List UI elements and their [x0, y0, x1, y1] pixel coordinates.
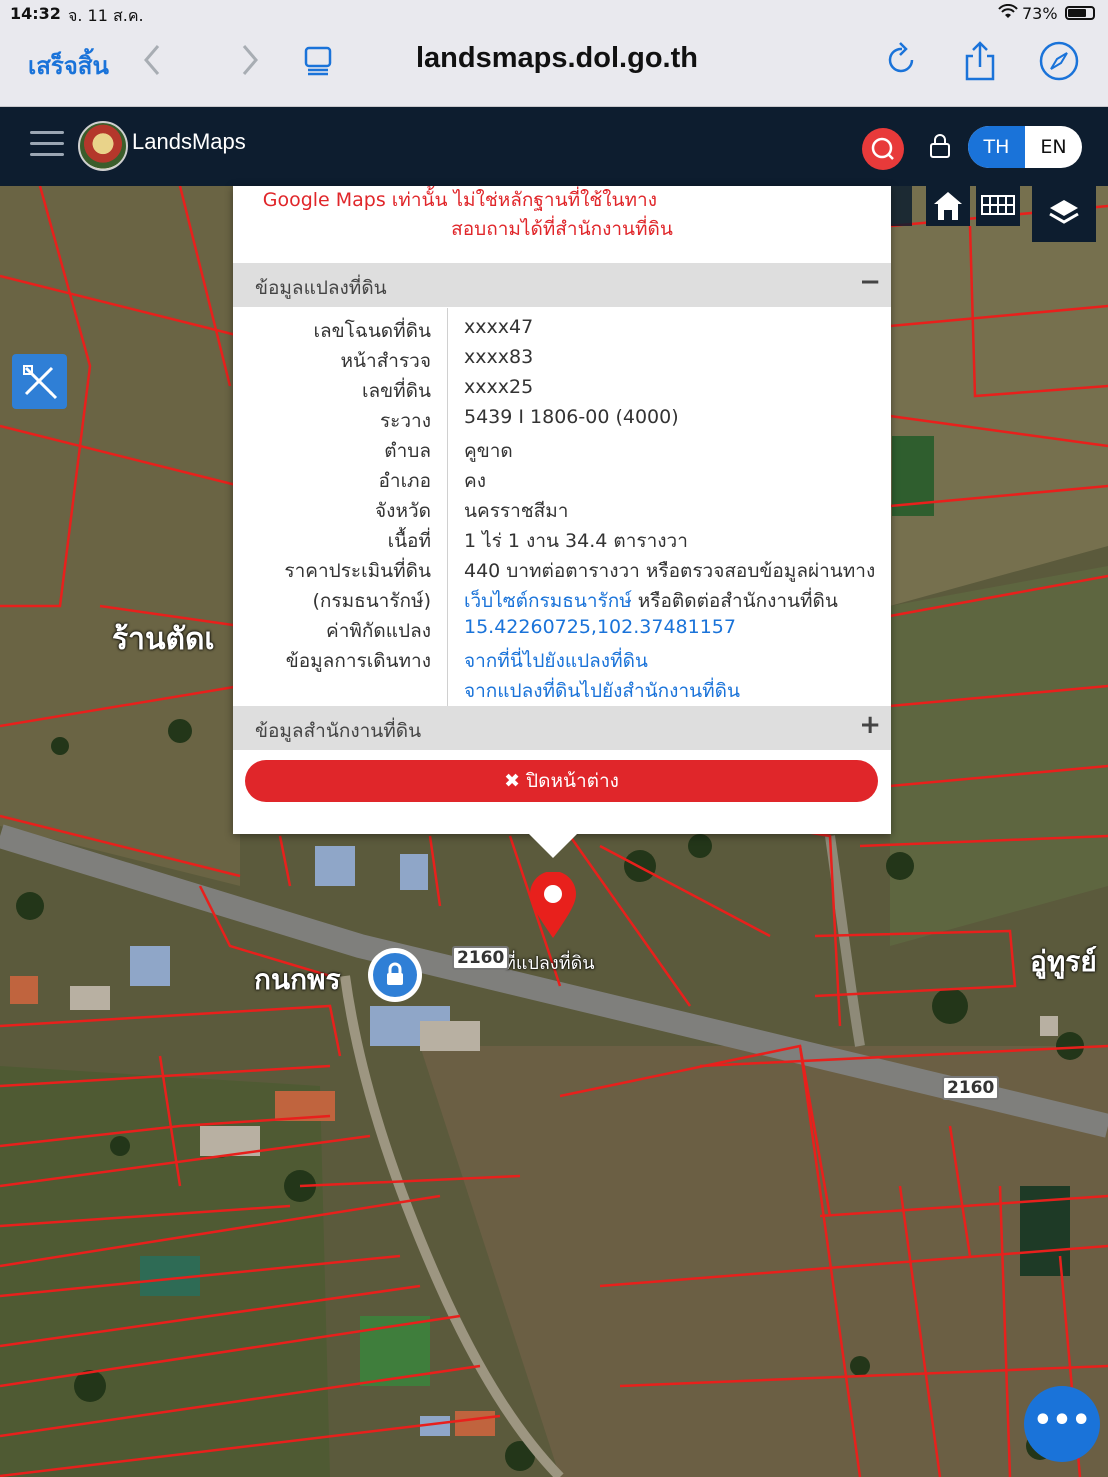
- map-label-utu: อู่ทูรย์: [1030, 945, 1097, 978]
- status-bar: 14:32 จ. 11 ส.ค. 73%: [0, 0, 1108, 28]
- map-label-kanokporn: กนกพร: [254, 963, 341, 996]
- ruler-pencil-icon: [23, 365, 58, 400]
- lang-en-button[interactable]: EN: [1025, 126, 1082, 168]
- label-province: จังหวัด: [375, 500, 431, 522]
- value-province: นครราชสีมา: [464, 500, 569, 522]
- value-land-no: xxxx25: [464, 376, 534, 398]
- lock-icon: [387, 962, 403, 985]
- search-button[interactable]: [862, 128, 904, 170]
- popup-pointer: [529, 834, 577, 858]
- land-info-table: เลขโฉนดที่ดิน xxxx47 หน้าสำรวจ xxxx83 เล…: [233, 308, 891, 706]
- close-window-label: ปิดหน้าต่าง: [526, 770, 619, 792]
- expand-icon[interactable]: +: [859, 710, 881, 740]
- disclaimer-line2: สอบถามได้ที่สำนักงานที่ดิน: [451, 218, 673, 240]
- language-toggle: TH EN: [968, 126, 1082, 168]
- route-shield: 2160: [452, 946, 510, 970]
- layers-icon: [1049, 200, 1079, 224]
- tab-overview-icon[interactable]: [304, 46, 332, 80]
- battery-fill: [1068, 9, 1086, 17]
- label-survey-page: หน้าสำรวจ: [340, 350, 431, 372]
- compass-icon[interactable]: [1038, 40, 1080, 86]
- value-survey-page: xxxx83: [464, 346, 534, 368]
- table-divider: [447, 308, 448, 706]
- land-office-marker[interactable]: [368, 948, 422, 1002]
- label-directions: ข้อมูลการเดินทาง: [285, 650, 431, 672]
- appraisal-suffix: หรือติดต่อสำนักงานที่ดิน: [631, 590, 838, 612]
- wifi-icon: [998, 3, 1018, 24]
- value-deed-no: xxxx47: [464, 316, 534, 338]
- safari-toolbar: เสร็จสิ้น landsmaps.dol.go.th: [0, 28, 1108, 107]
- collapse-icon[interactable]: −: [859, 267, 881, 297]
- done-button[interactable]: เสร็จสิ้น: [28, 46, 109, 85]
- value-appraisal: 440 บาทต่อตารางวา หรือตรวจสอบข้อมูลผ่านท…: [464, 560, 876, 582]
- value-area: 1 ไร่ 1 งาน 34.4 ตารางวา: [464, 530, 688, 552]
- label-land-no: เลขที่ดิน: [362, 380, 431, 402]
- reload-icon[interactable]: [886, 40, 918, 80]
- disclaimer-line1: Google Maps เท่านั้น ไม่ใช่หลักฐานที่ใช้…: [262, 189, 657, 211]
- brand-name: LandsMaps: [132, 129, 246, 154]
- dol-seal-logo: [78, 121, 128, 171]
- grid-icon: [981, 195, 1015, 215]
- layers-button[interactable]: [1032, 186, 1096, 242]
- status-date: จ. 11 ส.ค.: [68, 6, 144, 25]
- value-map-sheet: 5439 I 1806-00 (4000): [464, 406, 679, 428]
- label-appraisal: ราคาประเมินที่ดิน: [284, 560, 431, 582]
- menu-icon[interactable]: [30, 131, 64, 159]
- label-map-sheet: ระวาง: [379, 410, 431, 432]
- label-area: เนื้อที่: [387, 530, 431, 552]
- battery-icon: [1065, 6, 1095, 20]
- grid-button[interactable]: [976, 186, 1020, 226]
- route-shield: 2160: [942, 1076, 1000, 1100]
- disclaimer-text: Google Maps เท่านั้น ไม่ใช่หลักฐานที่ใช้…: [233, 186, 891, 244]
- back-icon[interactable]: [140, 42, 164, 85]
- treasury-website-link[interactable]: เว็บไซต์กรมธนารักษ์: [464, 590, 632, 612]
- coords-link[interactable]: 15.42260725,102.37481157: [464, 616, 736, 638]
- battery-percent: 73%: [1022, 4, 1058, 23]
- close-window-button[interactable]: ✖ ปิดหน้าต่าง: [245, 760, 878, 802]
- home-button[interactable]: [926, 186, 970, 226]
- forward-icon[interactable]: [238, 42, 262, 85]
- close-icon: ✖: [504, 770, 520, 792]
- label-coords: ค่าพิกัดแปลง: [326, 620, 431, 642]
- label-tambon: ตำบล: [384, 440, 431, 462]
- value-tambon: คูขาด: [464, 440, 513, 462]
- search-icon: [871, 137, 894, 160]
- label-deed-no: เลขโฉนดที่ดิน: [313, 320, 431, 342]
- draw-tool-button[interactable]: [12, 354, 67, 409]
- status-time: 14:32: [10, 4, 61, 23]
- section-office-header[interactable]: ข้อมูลสำนักงานที่ดิน +: [233, 706, 891, 750]
- directions-to-office-link[interactable]: จากแปลงที่ดินไปยังสำนักงานที่ดิน: [464, 676, 740, 706]
- lang-th-button[interactable]: TH: [968, 126, 1025, 168]
- section-land-header[interactable]: ข้อมูลแปลงที่ดิน −: [233, 263, 891, 307]
- land-info-popup: Google Maps เท่านั้น ไม่ใช่หลักฐานที่ใช้…: [233, 186, 891, 834]
- login-lock-icon[interactable]: [928, 133, 952, 163]
- map-pin-icon: [530, 872, 576, 938]
- ellipsis-icon: •••: [1033, 1403, 1091, 1438]
- section-office-title: ข้อมูลสำนักงานที่ดิน: [255, 720, 422, 742]
- more-options-button[interactable]: •••: [1024, 1386, 1100, 1462]
- app-header: LandsMaps TH EN: [0, 107, 1108, 186]
- share-icon[interactable]: [962, 40, 998, 86]
- map-label-parcel: ที่แปลงที่ดิน: [504, 953, 595, 974]
- label-appraisal-source: (กรมธนารักษ์): [312, 590, 431, 612]
- address-bar[interactable]: landsmaps.dol.go.th: [416, 42, 698, 75]
- directions-to-parcel-link[interactable]: จากที่นี่ไปยังแปลงที่ดิน: [464, 646, 648, 676]
- map-label-shop: ร้านตัดเ: [112, 622, 215, 657]
- label-amphoe: อำเภอ: [378, 470, 431, 492]
- home-icon: [934, 192, 962, 220]
- value-amphoe: คง: [464, 470, 486, 492]
- section-land-title: ข้อมูลแปลงที่ดิน: [255, 277, 387, 299]
- value-appraisal-line2: เว็บไซต์กรมธนารักษ์ หรือติดต่อสำนักงานที…: [464, 586, 838, 616]
